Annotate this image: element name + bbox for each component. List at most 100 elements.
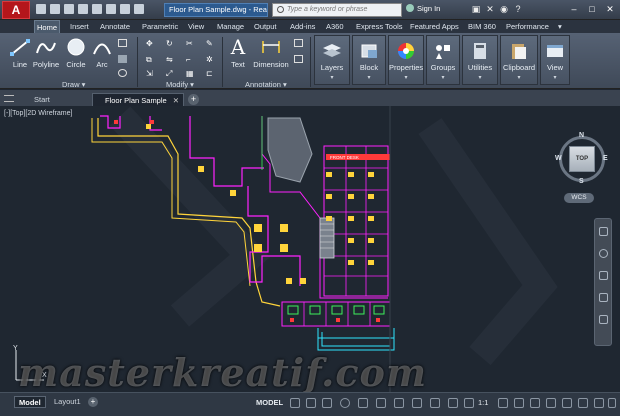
tab-a360[interactable]: A360 bbox=[324, 20, 346, 33]
rectangle-icon[interactable] bbox=[118, 39, 127, 47]
clean-screen-icon[interactable] bbox=[594, 398, 604, 408]
layers-button[interactable]: Layers ▾ bbox=[314, 35, 350, 85]
maximize-button[interactable]: □ bbox=[584, 2, 600, 16]
utilities-button[interactable]: Utilities ▾ bbox=[462, 35, 498, 85]
ribbon-options-icon[interactable]: ▾ bbox=[556, 20, 564, 33]
modify-panel-label[interactable]: Modify ▾ bbox=[166, 80, 194, 89]
tab-parametric[interactable]: Parametric bbox=[140, 20, 180, 33]
tab-bim-360[interactable]: BIM 360 bbox=[466, 20, 498, 33]
arc-tool[interactable]: Arc bbox=[90, 37, 114, 69]
line-tool[interactable]: Line bbox=[6, 37, 34, 69]
orbit-icon[interactable] bbox=[599, 293, 608, 302]
tab-express-tools[interactable]: Express Tools bbox=[354, 20, 405, 33]
draw-panel-label[interactable]: Draw ▾ bbox=[62, 80, 85, 89]
move-icon[interactable]: ✥ bbox=[146, 39, 155, 48]
tab-home[interactable]: Home bbox=[34, 20, 61, 33]
ellipse-icon[interactable] bbox=[118, 69, 127, 77]
mirror-icon[interactable]: ⇋ bbox=[166, 55, 175, 64]
tab-output[interactable]: Output bbox=[252, 20, 279, 33]
search-input[interactable]: Type a keyword or phrase bbox=[272, 3, 402, 17]
drawing-canvas[interactable]: FRONT DESK [-][Top][2D Wireframe] TOP N … bbox=[0, 106, 620, 395]
tab-insert[interactable]: Insert bbox=[68, 20, 91, 33]
hatch-icon[interactable] bbox=[118, 55, 127, 63]
tab-view[interactable]: View bbox=[186, 20, 206, 33]
wcs-menu[interactable]: WCS bbox=[564, 193, 594, 203]
steering-wheel-icon[interactable] bbox=[599, 227, 608, 236]
file-tab-start[interactable]: Start bbox=[22, 93, 90, 106]
close-button[interactable]: ✕ bbox=[602, 2, 618, 16]
table-icon[interactable] bbox=[294, 55, 303, 63]
stretch-icon[interactable]: ⇲ bbox=[146, 69, 155, 78]
isodraft-icon[interactable] bbox=[358, 398, 368, 408]
annotation-visibility-icon[interactable] bbox=[448, 398, 458, 408]
rotate-icon[interactable]: ↻ bbox=[166, 39, 175, 48]
grid-icon[interactable] bbox=[290, 398, 300, 408]
viewcube[interactable]: TOP N S W E bbox=[555, 132, 609, 186]
hardware-acceleration-icon[interactable] bbox=[578, 398, 588, 408]
copy-icon[interactable]: ⧉ bbox=[146, 55, 155, 64]
block-button[interactable]: Block ▾ bbox=[352, 35, 386, 85]
view-button[interactable]: View ▾ bbox=[540, 35, 570, 85]
sign-in-button[interactable]: Sign In bbox=[406, 4, 440, 13]
array-icon[interactable]: ▦ bbox=[186, 69, 195, 78]
ortho-icon[interactable] bbox=[322, 398, 332, 408]
save-as-icon[interactable] bbox=[78, 4, 88, 14]
customization-icon[interactable] bbox=[608, 398, 616, 408]
circle-tool[interactable]: Circle bbox=[62, 37, 90, 69]
trim-icon[interactable]: ✂ bbox=[186, 39, 195, 48]
tab-annotate[interactable]: Annotate bbox=[98, 20, 132, 33]
pan-icon[interactable] bbox=[599, 249, 608, 258]
menu-icon[interactable] bbox=[4, 95, 14, 102]
isolate-objects-icon[interactable] bbox=[562, 398, 572, 408]
annotation-monitor-icon[interactable] bbox=[530, 398, 540, 408]
viewport-controls[interactable]: [-][Top][2D Wireframe] bbox=[4, 110, 72, 117]
minimize-button[interactable]: – bbox=[566, 2, 582, 16]
add-layout-button[interactable]: + bbox=[88, 397, 98, 407]
annotation-panel-label[interactable]: Annotation ▾ bbox=[245, 80, 287, 89]
text-tool[interactable]: A Text bbox=[226, 37, 250, 69]
osnap-icon[interactable] bbox=[376, 398, 386, 408]
groups-button[interactable]: Groups ▾ bbox=[426, 35, 460, 85]
plot-icon[interactable] bbox=[92, 4, 102, 14]
model-space-button[interactable]: MODEL bbox=[256, 398, 283, 407]
add-icon[interactable] bbox=[514, 398, 524, 408]
erase-icon[interactable]: ✎ bbox=[206, 39, 215, 48]
share-icon[interactable] bbox=[134, 4, 144, 14]
auto-scale-icon[interactable] bbox=[464, 398, 474, 408]
clipboard-button[interactable]: Clipboard ▾ bbox=[500, 35, 538, 85]
undo-icon[interactable] bbox=[106, 4, 116, 14]
viewcube-top-face[interactable]: TOP bbox=[569, 146, 595, 172]
layout-tab-model[interactable]: Model bbox=[14, 396, 46, 408]
tab-featured-apps[interactable]: Featured Apps bbox=[408, 20, 461, 33]
compass-west[interactable]: W bbox=[555, 155, 562, 162]
units-icon[interactable] bbox=[546, 398, 556, 408]
explode-icon[interactable]: ✲ bbox=[206, 55, 215, 64]
fillet-icon[interactable]: ⌐ bbox=[186, 55, 195, 64]
exchange-icon[interactable]: ✕ bbox=[484, 3, 496, 15]
compass-east[interactable]: E bbox=[603, 155, 608, 162]
showmotion-icon[interactable] bbox=[599, 315, 608, 324]
help-icon[interactable]: ? bbox=[512, 3, 524, 15]
properties-button[interactable]: Properties ▾ bbox=[388, 35, 424, 85]
compass-north[interactable]: N bbox=[579, 132, 584, 139]
polar-icon[interactable] bbox=[340, 398, 350, 408]
otrack-icon[interactable] bbox=[394, 398, 404, 408]
new-tab-button[interactable]: + bbox=[188, 94, 199, 105]
snap-icon[interactable] bbox=[306, 398, 316, 408]
save-icon[interactable] bbox=[64, 4, 74, 14]
lineweight-icon[interactable] bbox=[412, 398, 422, 408]
layout-tab-layout1[interactable]: Layout1 bbox=[50, 396, 85, 408]
file-tab-floor-plan[interactable]: Floor Plan Sample ✕ bbox=[92, 93, 184, 106]
tab-manage[interactable]: Manage bbox=[215, 20, 246, 33]
application-menu-button[interactable]: A bbox=[2, 1, 30, 19]
selection-cycling-icon[interactable] bbox=[430, 398, 440, 408]
cart-icon[interactable]: ▣ bbox=[470, 3, 482, 15]
account-icon[interactable]: ◉ bbox=[498, 3, 510, 15]
tab-add-ins[interactable]: Add-ins bbox=[288, 20, 317, 33]
offset-icon[interactable]: ⊏ bbox=[206, 69, 215, 78]
dimension-tool[interactable]: Dimension bbox=[252, 37, 290, 69]
zoom-extents-icon[interactable] bbox=[599, 271, 608, 280]
compass-south[interactable]: S bbox=[579, 178, 584, 185]
new-file-icon[interactable] bbox=[36, 4, 46, 14]
tab-performance[interactable]: Performance bbox=[504, 20, 551, 33]
